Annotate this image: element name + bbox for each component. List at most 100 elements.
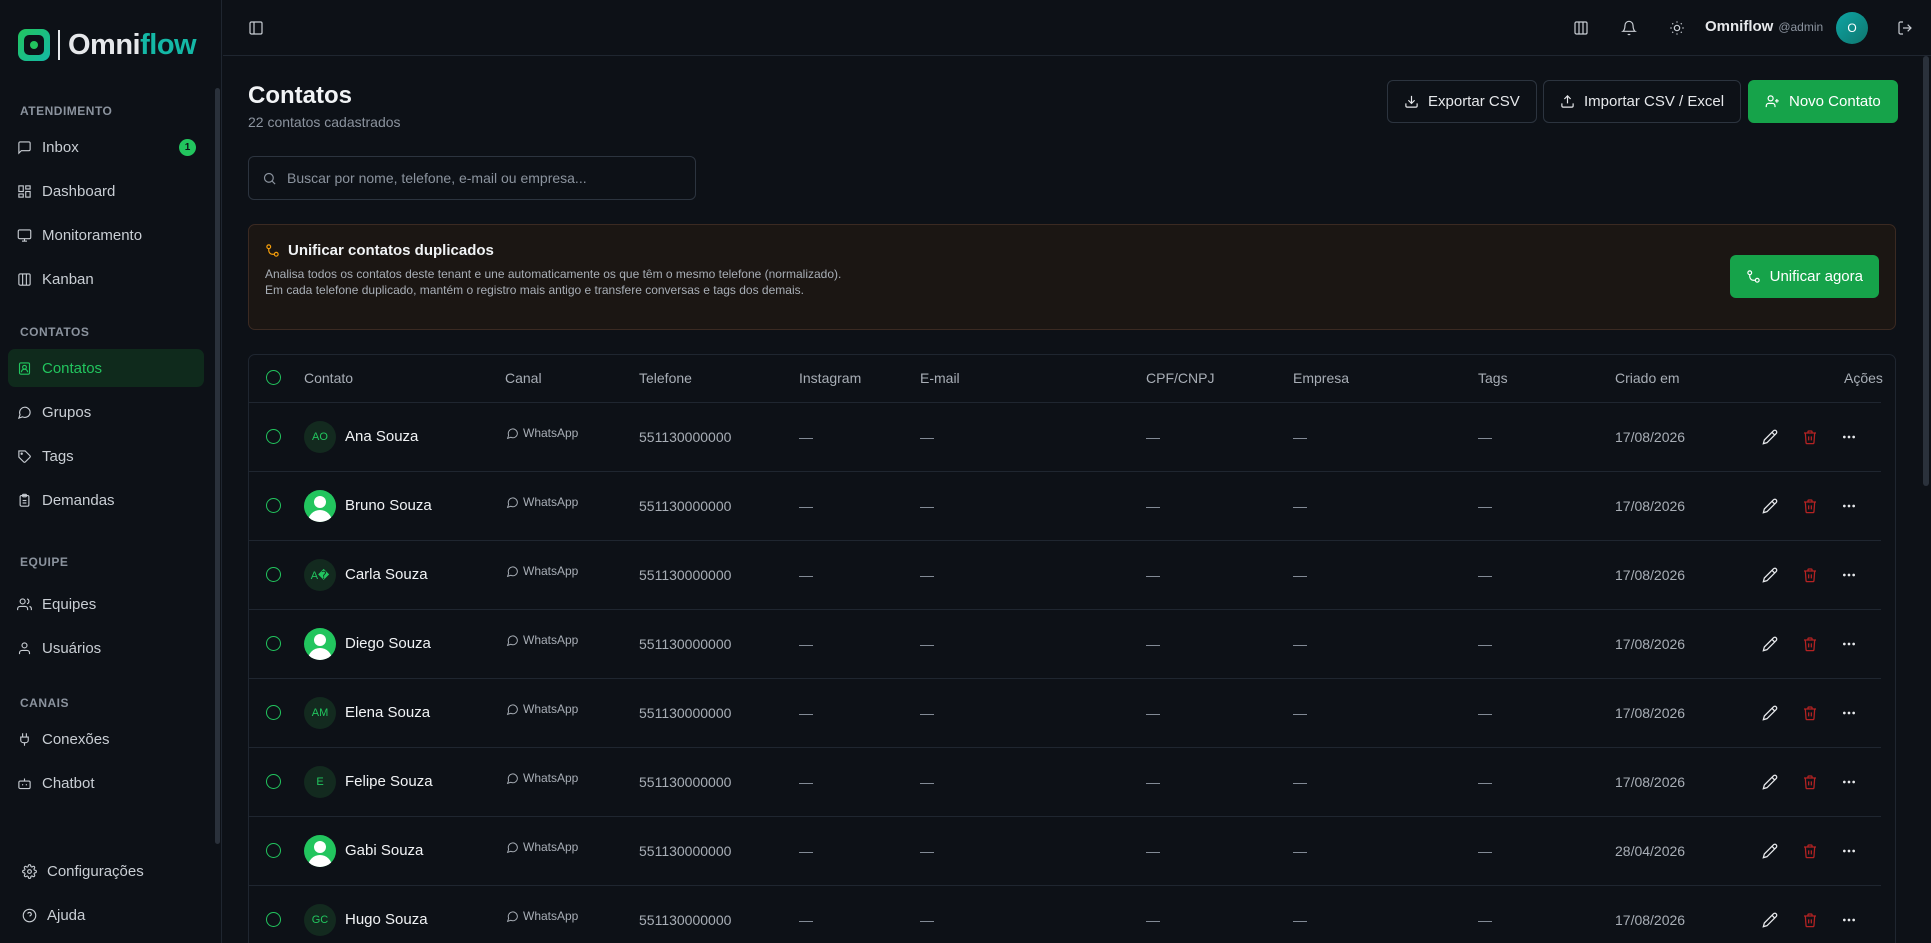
sidebar-item-contatos[interactable]: Contatos [8,349,204,387]
row-checkbox[interactable] [266,774,281,789]
contact-name[interactable]: Carla Souza [345,566,428,583]
email-cell: — [920,636,934,652]
brand-logo[interactable]: Omniflow [18,26,197,64]
whatsapp-icon [506,565,518,577]
more-horizontal-icon[interactable] [1839,634,1859,654]
search-input[interactable] [287,170,687,186]
company-cell: — [1293,636,1307,652]
more-horizontal-icon[interactable] [1839,910,1859,930]
more-horizontal-icon[interactable] [1839,496,1859,516]
tags-cell: — [1478,498,1492,514]
row-checkbox[interactable] [266,705,281,720]
email-cell: — [920,774,934,790]
column-header: Canal [505,370,542,386]
edit-icon[interactable] [1760,565,1780,585]
sidebar-item-monitoramento[interactable]: Monitoramento [8,216,204,254]
edit-icon[interactable] [1760,427,1780,447]
main-scrollbar[interactable] [1923,56,1929,486]
sidebar-item-demandas[interactable]: Demandas [8,481,204,519]
company-cell: — [1293,912,1307,928]
row-checkbox[interactable] [266,912,281,927]
trash-icon[interactable] [1800,703,1820,723]
trash-icon[interactable] [1800,910,1820,930]
edit-icon[interactable] [1760,703,1780,723]
logout-icon[interactable] [1895,18,1915,38]
user-handle: @admin [1778,20,1824,34]
tags-cell: — [1478,705,1492,721]
sidebar-item-inbox[interactable]: Inbox 1 [8,128,204,166]
avatar[interactable]: O [1836,12,1868,44]
more-horizontal-icon[interactable] [1839,565,1859,585]
row-checkbox[interactable] [266,567,281,582]
more-horizontal-icon[interactable] [1839,841,1859,861]
tags-cell: — [1478,774,1492,790]
row-checkbox[interactable] [266,498,281,513]
contact-name[interactable]: Gabi Souza [345,842,423,859]
created-cell: 17/08/2026 [1615,774,1686,790]
sidebar-item-configuracoes[interactable]: Configurações [13,852,209,890]
trash-icon[interactable] [1800,565,1820,585]
merge-title: Unificar contatos duplicados [288,242,494,259]
sidebar-item-grupos[interactable]: Grupos [8,393,204,431]
created-cell: 17/08/2026 [1615,498,1686,514]
search-field[interactable] [248,156,696,200]
export-csv-button[interactable]: Exportar CSV [1387,80,1537,123]
sidebar-item-ajuda[interactable]: Ajuda [13,896,209,934]
avatar: AM [304,697,336,729]
company-cell: — [1293,567,1307,583]
more-horizontal-icon[interactable] [1839,427,1859,447]
sidebar-item-label: Ajuda [47,906,86,924]
new-contact-button[interactable]: Novo Contato [1748,80,1898,123]
edit-icon[interactable] [1760,910,1780,930]
sidebar-item-conexoes[interactable]: Conexões [8,720,204,758]
sidebar-item-dashboard[interactable]: Dashboard [8,172,204,210]
sidebar-scrollbar[interactable] [215,88,220,844]
contact-name[interactable]: Bruno Souza [345,497,432,514]
trash-icon[interactable] [1800,496,1820,516]
merge-icon [266,244,279,257]
columns-view-icon[interactable] [1571,18,1591,38]
contact-name[interactable]: Elena Souza [345,704,430,721]
sidebar-item-tags[interactable]: Tags [8,437,204,475]
cpf-cell: — [1146,843,1160,859]
gear-icon [21,863,37,879]
sidebar-section-title: CONTATOS [20,325,90,339]
row-checkbox[interactable] [266,429,281,444]
avatar: GC [304,904,336,936]
select-all-checkbox[interactable] [266,370,281,385]
contact-name[interactable]: Ana Souza [345,428,418,445]
sidebar-item-equipes[interactable]: Equipes [8,585,204,623]
row-checkbox[interactable] [266,843,281,858]
inbox-count-badge: 1 [179,139,196,156]
row-checkbox[interactable] [266,636,281,651]
sidebar-item-label: Contatos [42,359,103,377]
sidebar-item-chatbot[interactable]: Chatbot [8,764,204,802]
edit-icon[interactable] [1760,496,1780,516]
trash-icon[interactable] [1800,841,1820,861]
created-cell: 17/08/2026 [1615,636,1686,652]
trash-icon[interactable] [1800,772,1820,792]
edit-icon[interactable] [1760,772,1780,792]
sun-icon[interactable] [1667,18,1687,38]
merge-now-button[interactable]: Unificar agora [1729,255,1879,298]
contact-name[interactable]: Hugo Souza [345,911,428,928]
more-horizontal-icon[interactable] [1839,772,1859,792]
contact-name[interactable]: Diego Souza [345,635,431,652]
more-horizontal-icon[interactable] [1839,703,1859,723]
search-icon [263,172,276,185]
edit-icon[interactable] [1760,841,1780,861]
trash-icon[interactable] [1800,634,1820,654]
import-csv-button[interactable]: Importar CSV / Excel [1543,80,1742,123]
sidebar-item-usuarios[interactable]: Usuários [8,629,204,667]
bell-icon[interactable] [1619,18,1639,38]
avatar [304,835,336,867]
toggle-sidebar-icon[interactable] [246,18,266,38]
column-header: Empresa [1293,370,1350,386]
edit-icon[interactable] [1760,634,1780,654]
tags-cell: — [1478,636,1492,652]
whatsapp-icon [506,496,518,508]
sidebar-item-kanban[interactable]: Kanban [8,260,204,298]
trash-icon[interactable] [1800,427,1820,447]
contact-name[interactable]: Felipe Souza [345,773,433,790]
channel-badge: WhatsApp [506,771,578,785]
